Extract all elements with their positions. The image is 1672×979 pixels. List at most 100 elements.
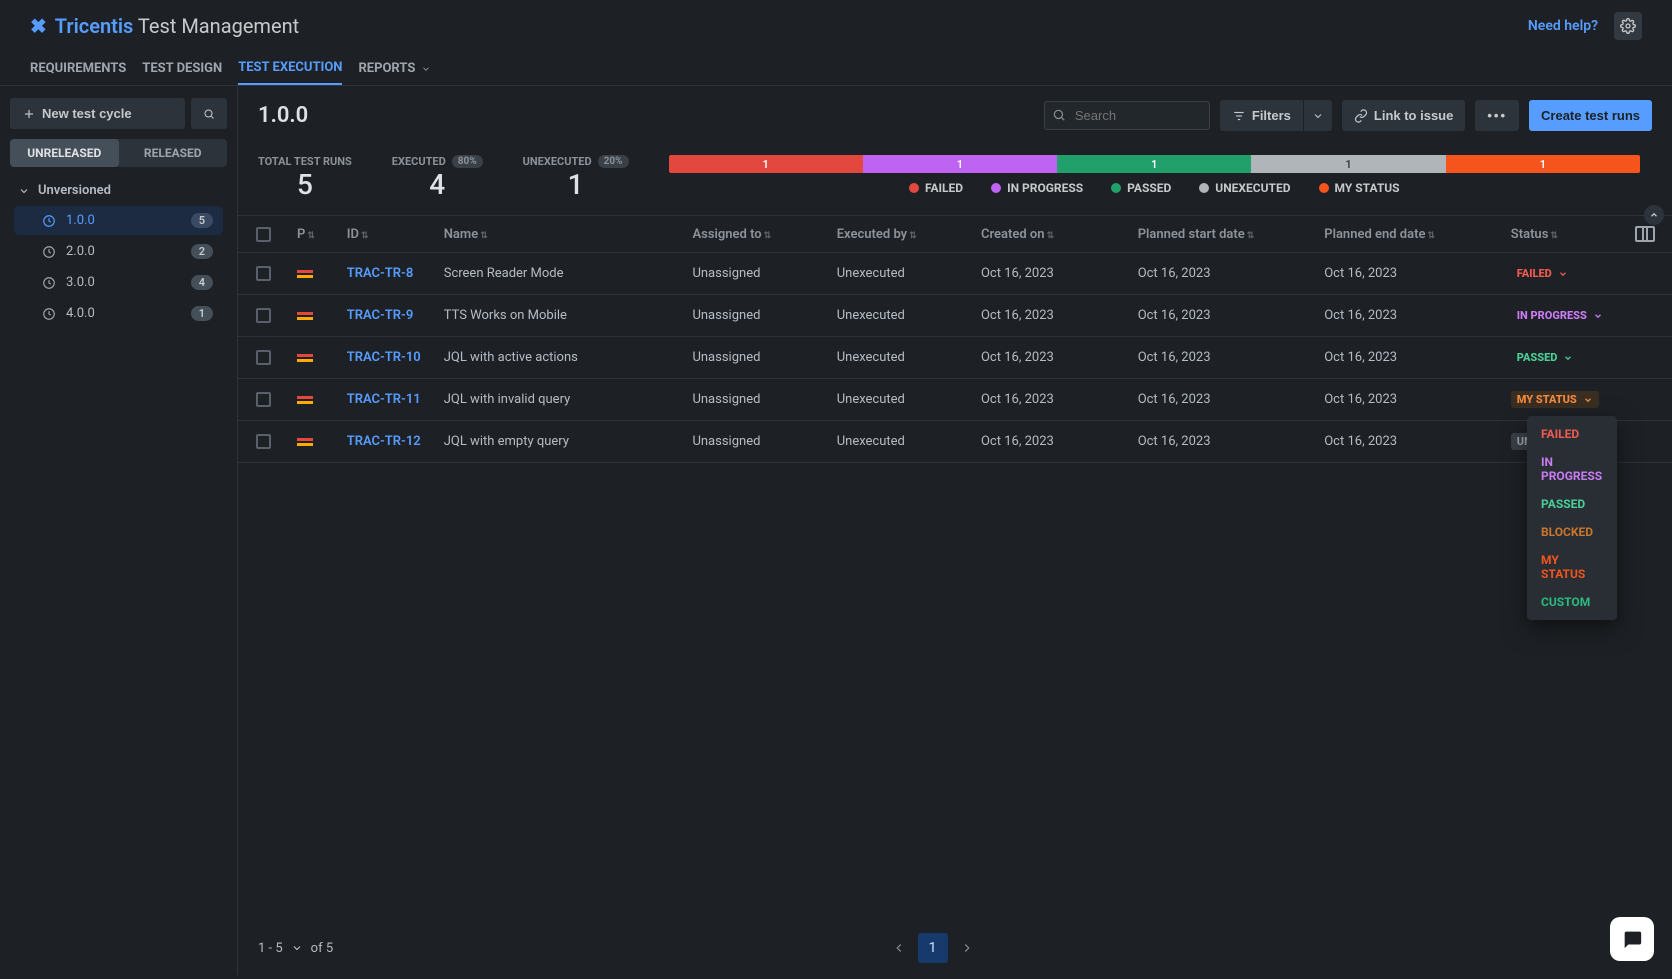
row-checkbox[interactable]: [256, 308, 271, 323]
test-run-id-link[interactable]: TRAC-TR-12: [347, 434, 421, 449]
nav: REQUIREMENTS TEST DESIGN TEST EXECUTION REP…: [0, 44, 1672, 86]
status-option-blocked[interactable]: BLOCKED: [1527, 518, 1617, 546]
tab-unreleased[interactable]: UNRELEASED: [10, 139, 119, 167]
chevron-left-icon: [892, 941, 906, 955]
select-all-checkbox[interactable]: [256, 227, 271, 242]
table-row: TRAC-TR-12JQL with empty queryUnassigned…: [238, 421, 1672, 463]
brand-suffix: Test Management: [138, 14, 299, 38]
test-run-id-link[interactable]: TRAC-TR-11: [347, 392, 421, 407]
status-option-in-progress[interactable]: IN PROGRESS: [1527, 448, 1617, 490]
legend-item: IN PROGRESS: [991, 181, 1083, 195]
cycle-icon: [42, 276, 56, 290]
pagination-page-1[interactable]: 1: [918, 933, 948, 963]
pagination-prev-button[interactable]: [884, 933, 914, 963]
sidebar-item-2-0-0[interactable]: 2.0.02: [14, 237, 223, 266]
column-assigned-to[interactable]: Assigned to⇅: [684, 216, 828, 253]
nav-requirements[interactable]: REQUIREMENTS: [30, 52, 126, 85]
dot-icon: [909, 183, 919, 193]
sidebar-item-1-0-0[interactable]: 1.0.05: [14, 206, 223, 235]
test-run-id-link[interactable]: TRAC-TR-10: [347, 350, 421, 365]
priority-medium-icon: [297, 312, 331, 320]
gear-icon: [1620, 18, 1636, 34]
row-checkbox[interactable]: [256, 434, 271, 449]
pagination-next-button[interactable]: [952, 933, 982, 963]
cell-executed: Unexecuted: [829, 253, 973, 295]
settings-button[interactable]: [1614, 12, 1642, 40]
status-dropdown-trigger[interactable]: PASSED: [1511, 349, 1580, 366]
search-input[interactable]: [1044, 101, 1210, 130]
legend-label: PASSED: [1127, 181, 1171, 195]
column-id[interactable]: ID⇅: [339, 216, 436, 253]
collapse-summary-button[interactable]: [1644, 205, 1664, 225]
column-created-on[interactable]: Created on⇅: [973, 216, 1130, 253]
row-checkbox[interactable]: [256, 392, 271, 407]
chevron-up-icon: [1649, 210, 1659, 220]
priority-medium-icon: [297, 396, 331, 404]
cell-created: Oct 16, 2023: [973, 253, 1130, 295]
nav-test-execution[interactable]: TEST EXECUTION: [238, 52, 342, 85]
legend-label: UNEXECUTED: [1215, 181, 1290, 195]
table-row: TRAC-TR-10JQL with active actionsUnassig…: [238, 337, 1672, 379]
test-runs-table: P⇅ID⇅Name⇅Assigned to⇅Executed by⇅Create…: [238, 216, 1672, 463]
test-run-id-link[interactable]: TRAC-TR-9: [347, 308, 414, 323]
cell-name: JQL with empty query: [436, 421, 685, 463]
stat-total-label: TOTAL TEST RUNS: [258, 155, 352, 168]
status-legend: FAILEDIN PROGRESSPASSEDUNEXECUTEDMY STAT…: [669, 181, 1641, 195]
status-dropdown-trigger[interactable]: IN PROGRESS: [1511, 307, 1609, 324]
row-checkbox[interactable]: [256, 350, 271, 365]
search-icon: [1052, 108, 1066, 122]
filters-expand-button[interactable]: [1303, 100, 1332, 131]
cell-assigned: Unassigned: [684, 337, 828, 379]
new-test-cycle-button[interactable]: New test cycle: [10, 98, 185, 129]
column-planned-end-date[interactable]: Planned end date⇅: [1316, 216, 1503, 253]
sidebar-search-button[interactable]: [191, 98, 227, 129]
sidebar-item-4-0-0[interactable]: 4.0.01: [14, 299, 223, 328]
tree-group-unversioned[interactable]: Unversioned: [10, 177, 227, 204]
cell-executed: Unexecuted: [829, 337, 973, 379]
table-row: TRAC-TR-11JQL with invalid queryUnassign…: [238, 379, 1672, 421]
chevron-down-icon[interactable]: [291, 942, 303, 954]
nav-reports[interactable]: REPORTS: [358, 52, 431, 85]
cell-created: Oct 16, 2023: [973, 337, 1130, 379]
column-planned-start-date[interactable]: Planned start date⇅: [1130, 216, 1317, 253]
legend-item: FAILED: [909, 181, 963, 195]
chevron-right-icon: [960, 941, 974, 955]
status-progress-bar: 11111: [669, 155, 1641, 173]
row-checkbox[interactable]: [256, 266, 271, 281]
stat-unexecuted-value: 1: [523, 168, 629, 201]
pagination-range: 1 - 5: [258, 941, 283, 956]
status-option-my-status[interactable]: MY STATUS: [1527, 546, 1617, 588]
status-option-custom[interactable]: CUSTOM: [1527, 588, 1617, 616]
sidebar-item-3-0-0[interactable]: 3.0.04: [14, 268, 223, 297]
brand-name: Tricentis: [55, 14, 134, 38]
filters-button[interactable]: Filters: [1220, 100, 1303, 131]
create-test-runs-button[interactable]: Create test runs: [1529, 100, 1652, 131]
cell-start: Oct 16, 2023: [1130, 253, 1317, 295]
cell-end: Oct 16, 2023: [1316, 253, 1503, 295]
columns-settings-button[interactable]: [1635, 226, 1655, 242]
test-run-id-link[interactable]: TRAC-TR-8: [347, 266, 414, 281]
chat-icon: [1621, 928, 1643, 950]
status-dropdown-trigger[interactable]: MY STATUS: [1511, 391, 1599, 408]
search-icon: [203, 107, 215, 121]
dot-icon: [1199, 183, 1209, 193]
status-dropdown-trigger[interactable]: FAILED: [1511, 265, 1574, 282]
cell-created: Oct 16, 2023: [973, 421, 1130, 463]
nav-test-design[interactable]: TEST DESIGN: [142, 52, 222, 85]
more-button[interactable]: •••: [1475, 100, 1519, 131]
link-to-issue-button[interactable]: Link to issue: [1342, 100, 1465, 131]
chat-widget-button[interactable]: [1610, 917, 1654, 961]
column-p[interactable]: P⇅: [289, 216, 339, 253]
cell-start: Oct 16, 2023: [1130, 421, 1317, 463]
column-status[interactable]: Status⇅: [1503, 216, 1627, 253]
column-executed-by[interactable]: Executed by⇅: [829, 216, 973, 253]
sidebar-item-label: 1.0.0: [66, 213, 95, 228]
status-option-failed[interactable]: FAILED: [1527, 420, 1617, 448]
help-link[interactable]: Need help?: [1528, 18, 1598, 34]
column-name[interactable]: Name⇅: [436, 216, 685, 253]
tab-released[interactable]: RELEASED: [119, 139, 228, 167]
brand: ✖ Tricentis Test Management: [30, 14, 299, 38]
status-option-passed[interactable]: PASSED: [1527, 490, 1617, 518]
cycle-icon: [42, 214, 56, 228]
dot-icon: [1111, 183, 1121, 193]
